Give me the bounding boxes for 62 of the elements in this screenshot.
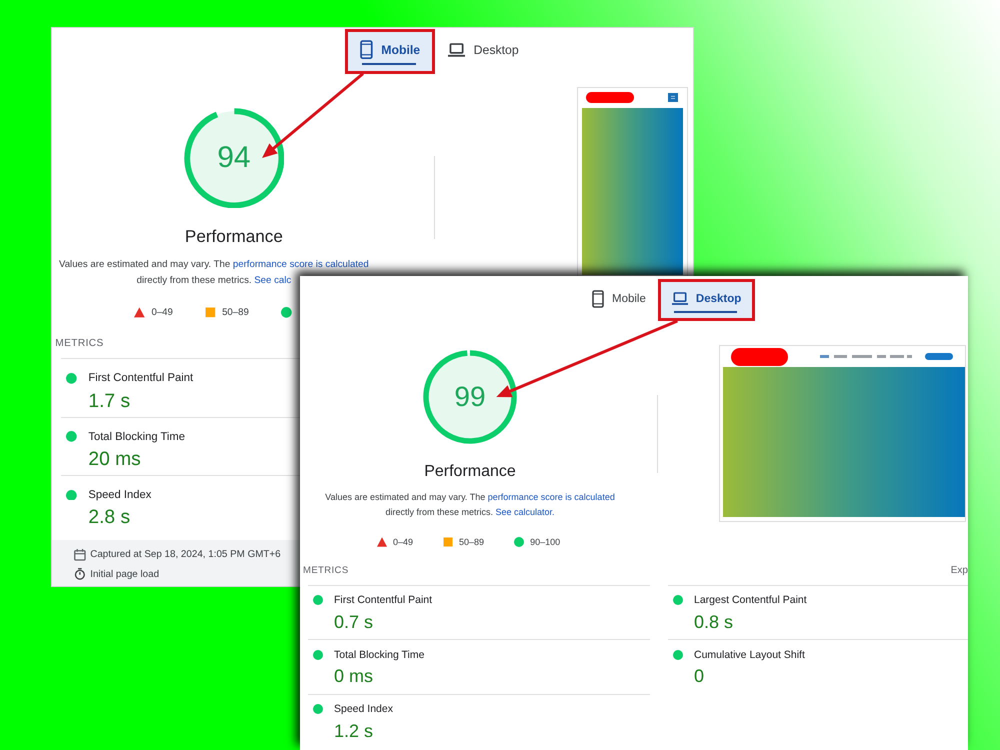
- phone-icon: [592, 290, 604, 308]
- metric-label: Cumulative Layout Shift: [694, 648, 805, 660]
- metric-value: 0: [694, 665, 704, 687]
- dot-icon: [673, 595, 683, 605]
- score-value: 99: [454, 383, 486, 411]
- laptop-icon: [448, 42, 466, 57]
- capture-date: Captured at Sep 18, 2024, 1:05 PM GMT+6: [90, 549, 281, 560]
- metric-label: First Contentful Paint: [88, 372, 194, 384]
- metric-value: 2.8 s: [88, 506, 130, 530]
- score-description: Values are estimated and may vary. The performance score is calculated directly from these metrics. See calculator.: [324, 491, 616, 519]
- phone-icon: [360, 40, 373, 60]
- device-tab[interactable]: Desktop: [660, 281, 754, 319]
- laptop-icon: [672, 292, 688, 305]
- menu-icon: [668, 93, 678, 102]
- dot-icon: [673, 650, 683, 660]
- category-title: Performance: [184, 227, 283, 248]
- square-icon: [443, 536, 454, 546]
- metric-label: Speed Index: [88, 489, 152, 502]
- triangle-icon: [377, 536, 387, 546]
- header-pill-drawing: [925, 353, 953, 360]
- dot-icon: [280, 307, 292, 318]
- metric-label: Speed Index: [334, 703, 393, 715]
- dot-icon: [66, 373, 77, 384]
- dot-icon: [313, 704, 323, 714]
- section-heading: METRICS: [303, 565, 349, 576]
- description-link[interactable]: See calc: [254, 275, 292, 286]
- score-description: Values are estimated and may vary. The performance score is calculated directly from these metrics. See calc: [58, 258, 370, 288]
- description-link[interactable]: See calculator.: [495, 507, 555, 517]
- metric-value: 1.2 s: [334, 720, 374, 742]
- square-icon: [204, 307, 216, 318]
- score-value: 94: [217, 142, 251, 173]
- legend-label: 0–49: [151, 307, 173, 318]
- legend-label: 50–89: [222, 307, 249, 318]
- metric-value: 1.7 s: [88, 390, 130, 414]
- legend-label: 90–100: [530, 536, 560, 546]
- device-tab[interactable]: Mobile: [580, 281, 658, 319]
- dot-icon: [66, 490, 77, 500]
- metric-value: 20 ms: [88, 448, 141, 472]
- section-heading: METRICS: [55, 338, 104, 350]
- metric-label: Largest Contentful Paint: [694, 594, 807, 606]
- metric-value: 0.8 s: [694, 610, 734, 632]
- description-link[interactable]: performance score is calculated: [232, 259, 369, 270]
- expand-toggle[interactable]: Exp: [950, 565, 968, 576]
- description-link[interactable]: performance score is calculated: [488, 492, 615, 502]
- metric-value: 0 ms: [334, 665, 374, 687]
- stopwatch-icon: [74, 568, 86, 580]
- device-tab[interactable]: Mobile: [347, 31, 433, 72]
- metric-value: 0.7 s: [334, 610, 374, 632]
- dot-icon: [313, 595, 323, 605]
- metric-label: First Contentful Paint: [334, 594, 432, 606]
- calendar-icon: [74, 548, 86, 561]
- dot-icon: [313, 650, 323, 660]
- dot-icon: [514, 536, 524, 546]
- page-load-type: Initial page load: [90, 568, 160, 580]
- legend-label: 50–89: [459, 536, 484, 546]
- metric-label: Total Blocking Time: [334, 648, 424, 660]
- dot-icon: [66, 431, 77, 442]
- category-title: Performance: [424, 462, 516, 481]
- legend-label: 0–49: [393, 536, 414, 546]
- triangle-icon: [134, 307, 146, 318]
- metric-label: Total Blocking Time: [88, 430, 185, 443]
- device-tab[interactable]: Desktop: [435, 31, 532, 72]
